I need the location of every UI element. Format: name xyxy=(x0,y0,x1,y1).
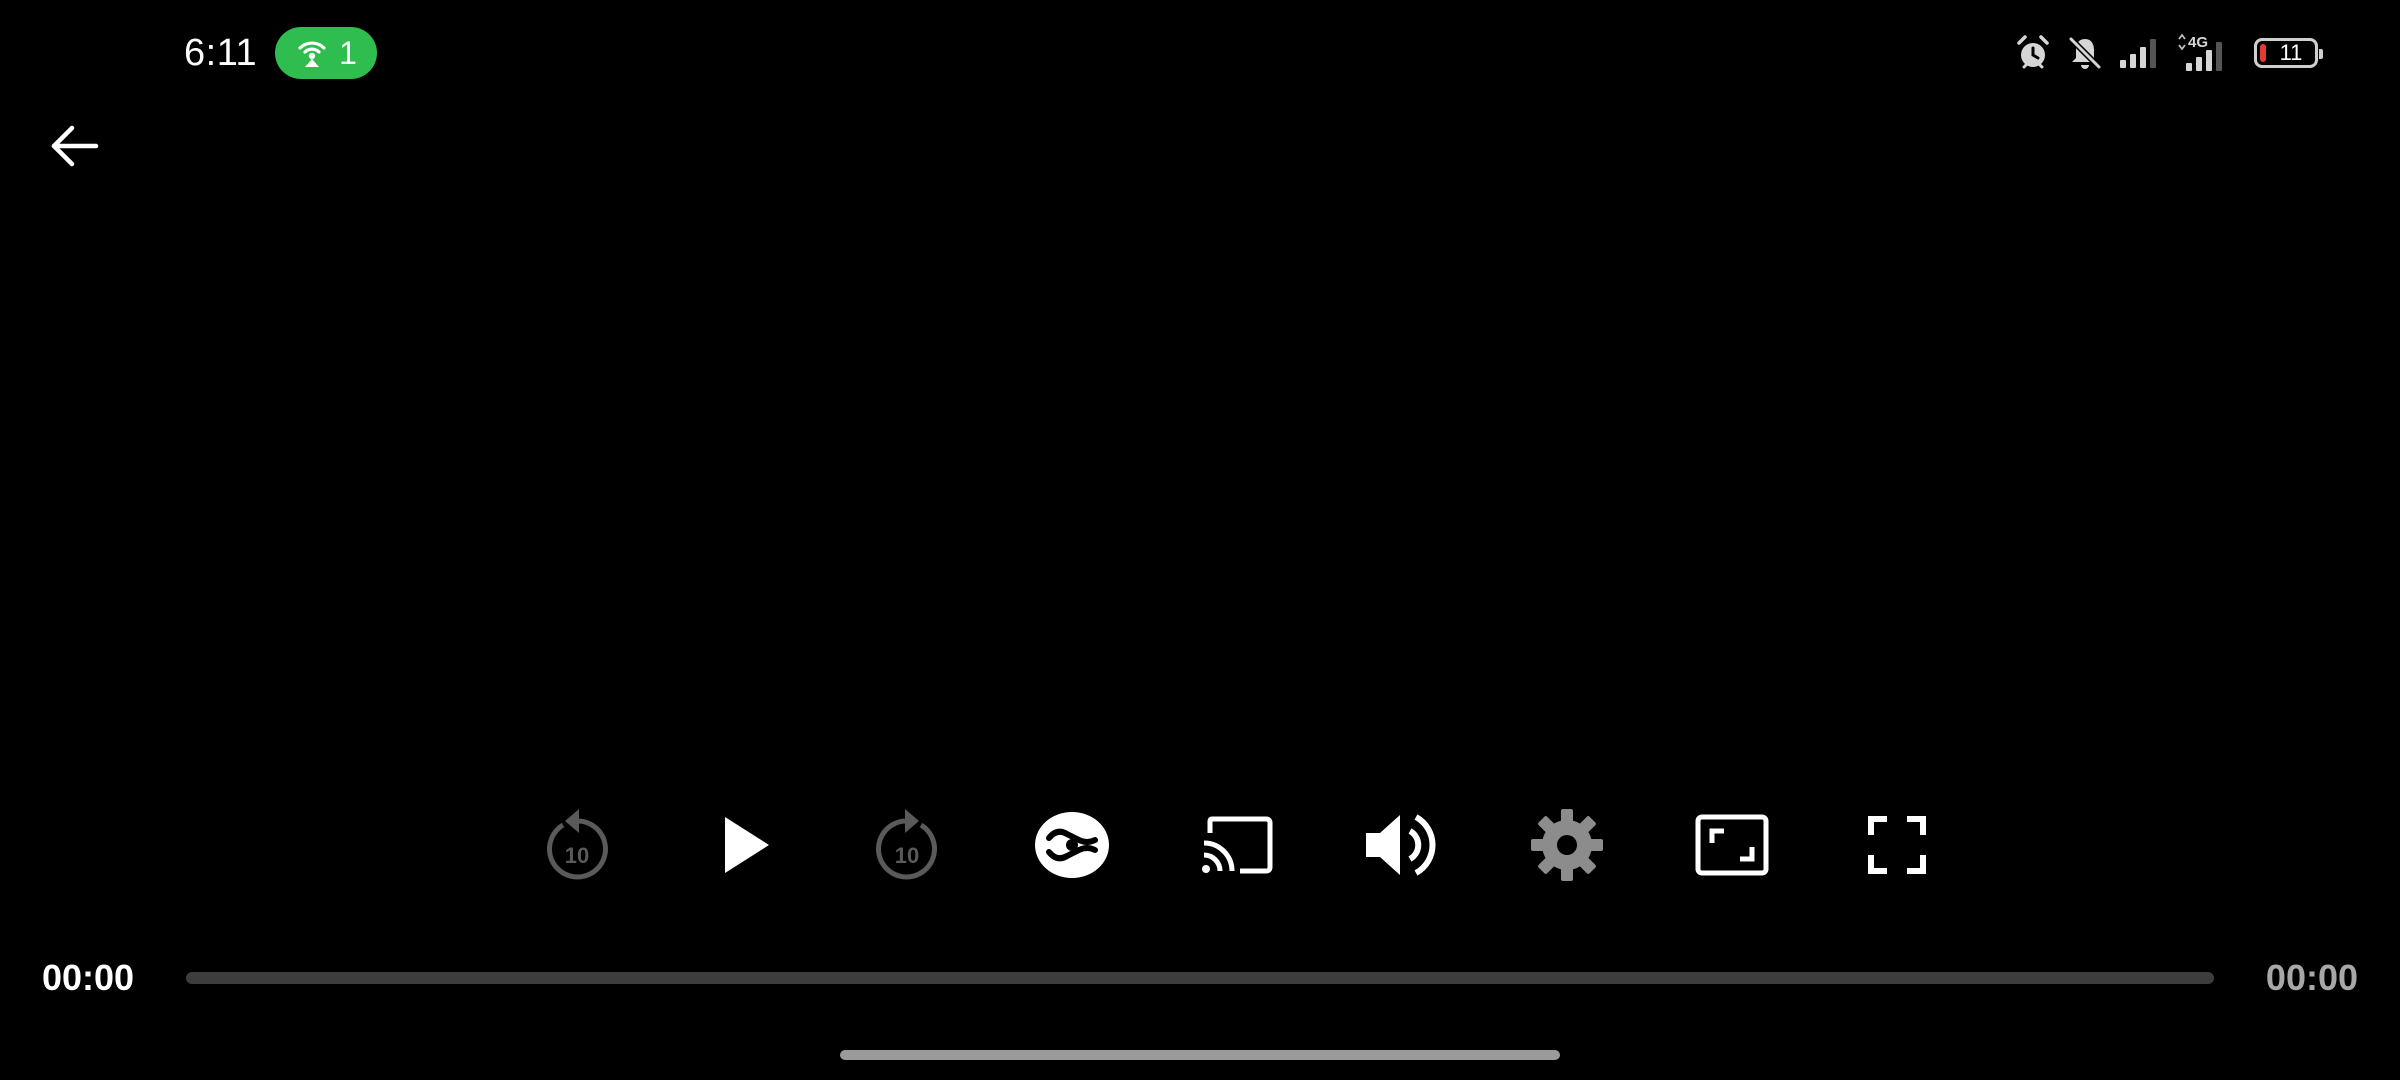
rewind-10-label: 10 xyxy=(565,843,589,868)
status-time: 6:11 xyxy=(184,32,258,74)
network-type-label: 4G xyxy=(2188,34,2208,51)
cast-icon xyxy=(1202,816,1273,874)
arrow-left-icon xyxy=(51,125,99,167)
battery-fill xyxy=(2260,44,2266,62)
battery-indicator: 11 xyxy=(2254,38,2323,68)
picture-in-picture-icon xyxy=(1695,814,1769,876)
notifications-muted-icon xyxy=(2068,36,2102,70)
play-icon xyxy=(725,817,769,873)
hotspot-indicator[interactable]: 1 xyxy=(275,27,377,79)
rewind-10-button[interactable]: 10 xyxy=(532,800,622,890)
fullscreen-icon xyxy=(1868,816,1926,874)
volume-up-icon xyxy=(1366,814,1436,876)
forward-10-label: 10 xyxy=(895,843,919,868)
duration-time: 00:00 xyxy=(2265,957,2358,998)
status-icons: 4G 11 xyxy=(2014,30,2323,76)
alarm-icon xyxy=(2017,35,2049,69)
hotspot-icon xyxy=(298,41,326,67)
picture-in-picture-button[interactable] xyxy=(1687,800,1777,890)
signal-icon xyxy=(2120,39,2156,68)
gear-icon xyxy=(1531,809,1603,881)
ad-skip-button[interactable] xyxy=(1027,800,1117,890)
volume-button[interactable] xyxy=(1356,800,1446,890)
cast-link-icon xyxy=(1035,812,1109,878)
play-button[interactable] xyxy=(700,800,790,890)
video-player-screen: 6:11 1 4G 11 10 10 00:00 00:00 xyxy=(0,0,2400,1080)
hotspot-count: 1 xyxy=(339,35,357,71)
back-button[interactable] xyxy=(38,110,110,182)
replay-10-icon: 10 xyxy=(547,809,608,880)
signal-4g-icon: 4G xyxy=(2178,33,2222,71)
cast-button[interactable] xyxy=(1192,800,1282,890)
status-bar: 6:11 1 4G 11 xyxy=(0,0,2400,106)
forward-10-icon: 10 xyxy=(876,809,937,880)
playback-controls: 10 10 xyxy=(0,800,2400,890)
seek-bar[interactable] xyxy=(186,972,2214,984)
current-time: 00:00 xyxy=(42,957,135,998)
home-gesture-bar[interactable] xyxy=(840,1050,1560,1060)
settings-button[interactable] xyxy=(1522,800,1612,890)
fullscreen-button[interactable] xyxy=(1852,800,1942,890)
forward-10-button[interactable]: 10 xyxy=(862,800,952,890)
battery-level: 11 xyxy=(2279,40,2303,65)
